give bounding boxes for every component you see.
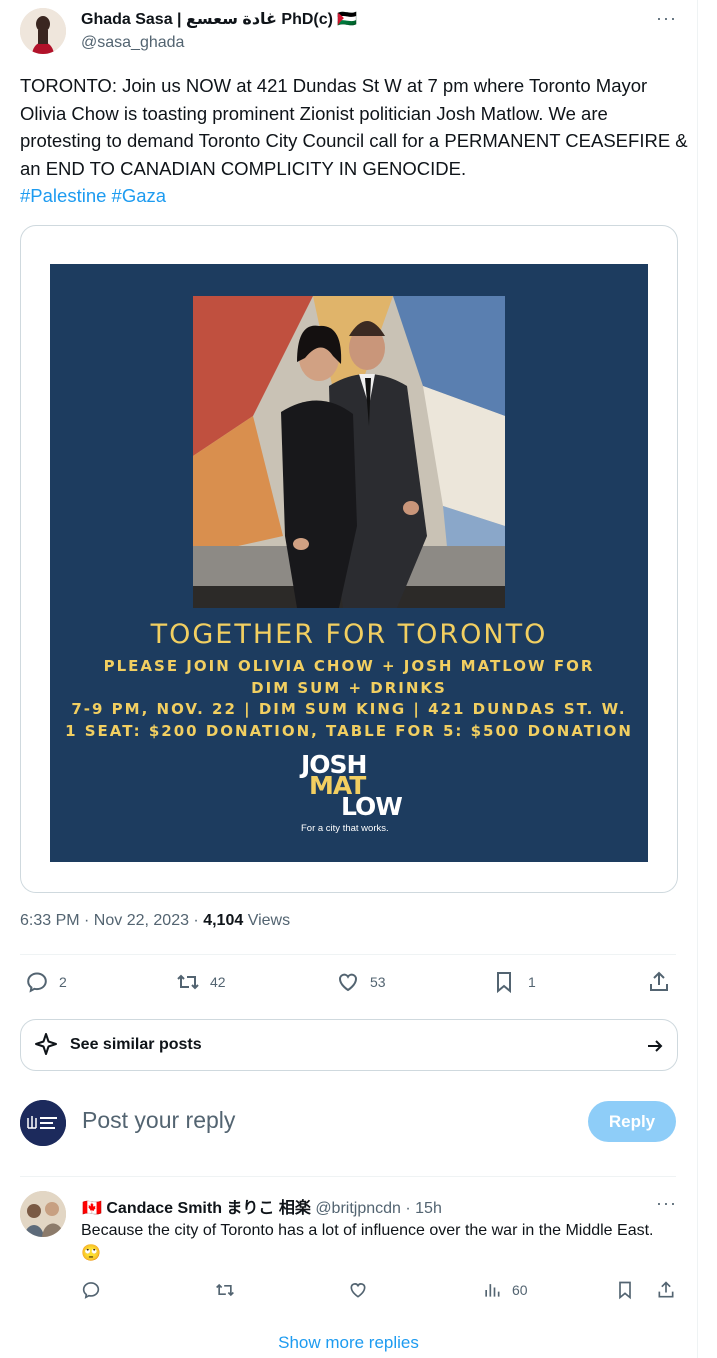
tweet-time[interactable]: 6:33 PM · Nov 22, 2023 · [20, 912, 203, 929]
share-icon [658, 1281, 674, 1298]
author-handle[interactable]: @sasa_ghada [81, 34, 184, 52]
reply-author-name[interactable]: Candace Smith まりこ 相楽 [106, 1200, 310, 1217]
reply-reply-action[interactable] [81, 1280, 101, 1300]
media-card[interactable]: TOGETHER FOR TORONTO PLEASE JOIN OLIVIA … [20, 225, 678, 893]
tweet-hashtags[interactable]: #Palestine #Gaza [20, 185, 166, 206]
right-border [697, 0, 698, 1358]
poster-line-4: 1 SEAT: $200 DONATION, TABLE FOR 5: $500… [65, 722, 633, 740]
poster-line-3: 7-9 PM, NOV. 22 | DIM SUM KING | 421 DUN… [71, 700, 627, 718]
views-label: Views [243, 912, 291, 929]
like-action[interactable]: 53 [336, 970, 386, 994]
see-similar-posts[interactable]: See similar posts [20, 1019, 678, 1071]
analytics-icon [485, 1284, 500, 1297]
tweet-meta: 6:33 PM · Nov 22, 2023 · 4,104 Views [20, 912, 290, 930]
repost-icon [216, 1283, 234, 1297]
poster-title: TOGETHER FOR TORONTO [150, 619, 548, 650]
repost-action[interactable]: 42 [176, 970, 226, 994]
reply-icon [27, 972, 47, 993]
tweet-body: TORONTO: Join us NOW at 421 Dundas St W … [20, 75, 688, 179]
logo-line-3: LOW [341, 792, 403, 821]
logo-tagline: For a city that works. [301, 823, 389, 834]
divider [20, 1176, 676, 1177]
reply-more-icon[interactable]: ··· [656, 1193, 677, 1214]
repost-count: 42 [210, 974, 226, 990]
bookmark-action[interactable]: 1 [492, 970, 536, 994]
repost-icon [177, 974, 199, 990]
divider [20, 954, 676, 955]
arrow-right-icon [648, 1040, 663, 1052]
reply-share-action[interactable] [656, 1280, 676, 1300]
reply-bookmark-action[interactable] [615, 1280, 635, 1300]
poster-line-2: DIM SUM + DRINKS [251, 679, 447, 697]
like-count: 53 [370, 974, 386, 990]
reply-input[interactable]: Post your reply [82, 1107, 235, 1134]
reply-button[interactable]: Reply [588, 1101, 676, 1142]
reply-text: Because the city of Toronto has a lot of… [81, 1222, 654, 1262]
poster-line-1: PLEASE JOIN OLIVIA CHOW + JOSH MATLOW FO… [103, 657, 595, 675]
tweet-text: TORONTO: Join us NOW at 421 Dundas St W … [20, 72, 688, 210]
reply-repost-action[interactable] [215, 1280, 235, 1300]
reply-like-action[interactable] [348, 1280, 368, 1300]
bookmark-icon [619, 1281, 631, 1300]
reply-count: 2 [59, 974, 67, 990]
heart-icon [350, 1283, 366, 1298]
reply-author[interactable]: 🇨🇦 Candace Smith まりこ 相楽 @britjpncdn · 15… [82, 1194, 442, 1218]
author-avatar[interactable] [20, 8, 66, 54]
more-options-icon[interactable]: ··· [656, 8, 677, 29]
reply-author-handle[interactable]: @britjpncdn · 15h [315, 1200, 442, 1217]
poster-photo [193, 296, 505, 608]
reply-icon [82, 1282, 100, 1299]
reply-action[interactable]: 2 [25, 970, 67, 994]
heart-icon [338, 973, 358, 992]
reply-author-avatar[interactable] [20, 1191, 66, 1237]
reply-views-action[interactable]: 60 [482, 1280, 528, 1300]
share-action[interactable] [647, 970, 671, 994]
event-poster: TOGETHER FOR TORONTO PLEASE JOIN OLIVIA … [50, 264, 648, 862]
reply-views-count: 60 [512, 1282, 528, 1298]
bookmark-count: 1 [528, 974, 536, 990]
my-avatar[interactable] [20, 1100, 66, 1146]
share-icon [650, 971, 668, 991]
show-more-replies[interactable]: Show more replies [0, 1333, 697, 1353]
flag-icon: 🇨🇦 [82, 1200, 102, 1217]
views-count: 4,104 [203, 912, 244, 929]
campaign-logo: JOSH MAT LOW For a city that works. [301, 752, 403, 834]
see-similar-label: See similar posts [70, 1036, 202, 1053]
author-name[interactable]: Ghada Sasa | غادة سعسع PhD(c) 🇵🇸 [81, 9, 357, 29]
bookmark-icon [497, 972, 511, 994]
sparkle-icon [35, 1033, 57, 1055]
